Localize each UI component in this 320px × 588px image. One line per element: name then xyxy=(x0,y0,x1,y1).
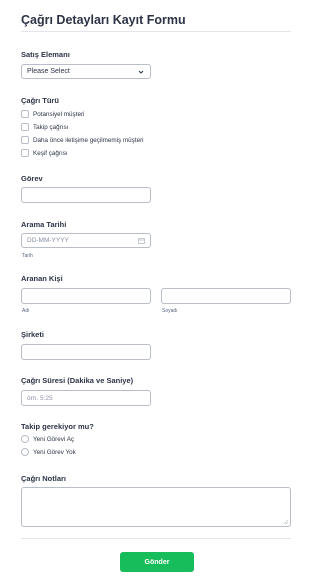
duration-label: Çağrı Süresi (Dakika ve Saniye) xyxy=(21,376,134,385)
task-label: Görev xyxy=(21,174,43,183)
duration-placeholder: örn. 5:25 xyxy=(27,394,53,402)
followup-option-1: Yeni Görevi Aç xyxy=(33,436,75,443)
call-type-checkbox-2[interactable] xyxy=(21,123,29,131)
company-label: Şirketi xyxy=(21,330,44,339)
callee-label: Aranan Kişi xyxy=(21,274,63,283)
call-date-placeholder: DD-MM-YYYY xyxy=(27,237,69,244)
callee-last-name-input[interactable] xyxy=(161,288,291,304)
call-type-option-1: Potansiyel müşteri xyxy=(33,111,85,118)
callee-first-name-input[interactable] xyxy=(21,288,151,304)
call-type-checkbox-3[interactable] xyxy=(21,136,29,144)
followup-radio-2[interactable] xyxy=(21,448,29,456)
followup-radio-1[interactable] xyxy=(21,435,29,443)
call-type-checkbox-4[interactable] xyxy=(21,149,29,157)
call-type-option-4: Keşif çağrısı xyxy=(33,150,68,157)
call-type-option-2: Takip çağrısı xyxy=(33,124,69,131)
callee-last-name-sublabel: Soyadı xyxy=(162,308,178,314)
call-type-label: Çağrı Türü xyxy=(21,96,59,105)
call-date-input[interactable]: DD-MM-YYYY xyxy=(21,233,151,248)
form-title: Çağrı Detayları Kayıt Formu xyxy=(21,13,186,27)
callee-first-name-sublabel: Adı xyxy=(22,308,30,314)
company-input[interactable] xyxy=(21,344,151,360)
call-type-checkbox-1[interactable] xyxy=(21,110,29,118)
call-type-option-3: Daha önce iletişime geçilmemiş müşteri xyxy=(33,137,144,144)
chevron-down-icon xyxy=(138,70,144,74)
sales-rep-selected-value: Please Select xyxy=(27,68,70,75)
calendar-icon[interactable] xyxy=(138,238,145,244)
followup-option-2: Yeni Görev Yok xyxy=(33,449,76,456)
submit-button[interactable]: Gönder xyxy=(120,552,194,572)
call-date-sublabel: Tarih xyxy=(22,253,33,259)
followup-label: Takip gerekiyor mu? xyxy=(21,422,94,431)
task-input[interactable] xyxy=(21,187,151,203)
sales-rep-label: Satış Elemanı xyxy=(21,50,70,59)
notes-label: Çağrı Notları xyxy=(21,474,67,483)
sales-rep-select[interactable]: Please Select xyxy=(21,64,151,79)
notes-textarea[interactable] xyxy=(21,487,291,527)
duration-input[interactable]: örn. 5:25 xyxy=(21,390,151,406)
header-divider xyxy=(21,31,291,32)
resize-grip-icon[interactable] xyxy=(283,519,288,524)
footer-divider xyxy=(21,538,291,539)
call-date-label: Arama Tarihi xyxy=(21,220,67,229)
